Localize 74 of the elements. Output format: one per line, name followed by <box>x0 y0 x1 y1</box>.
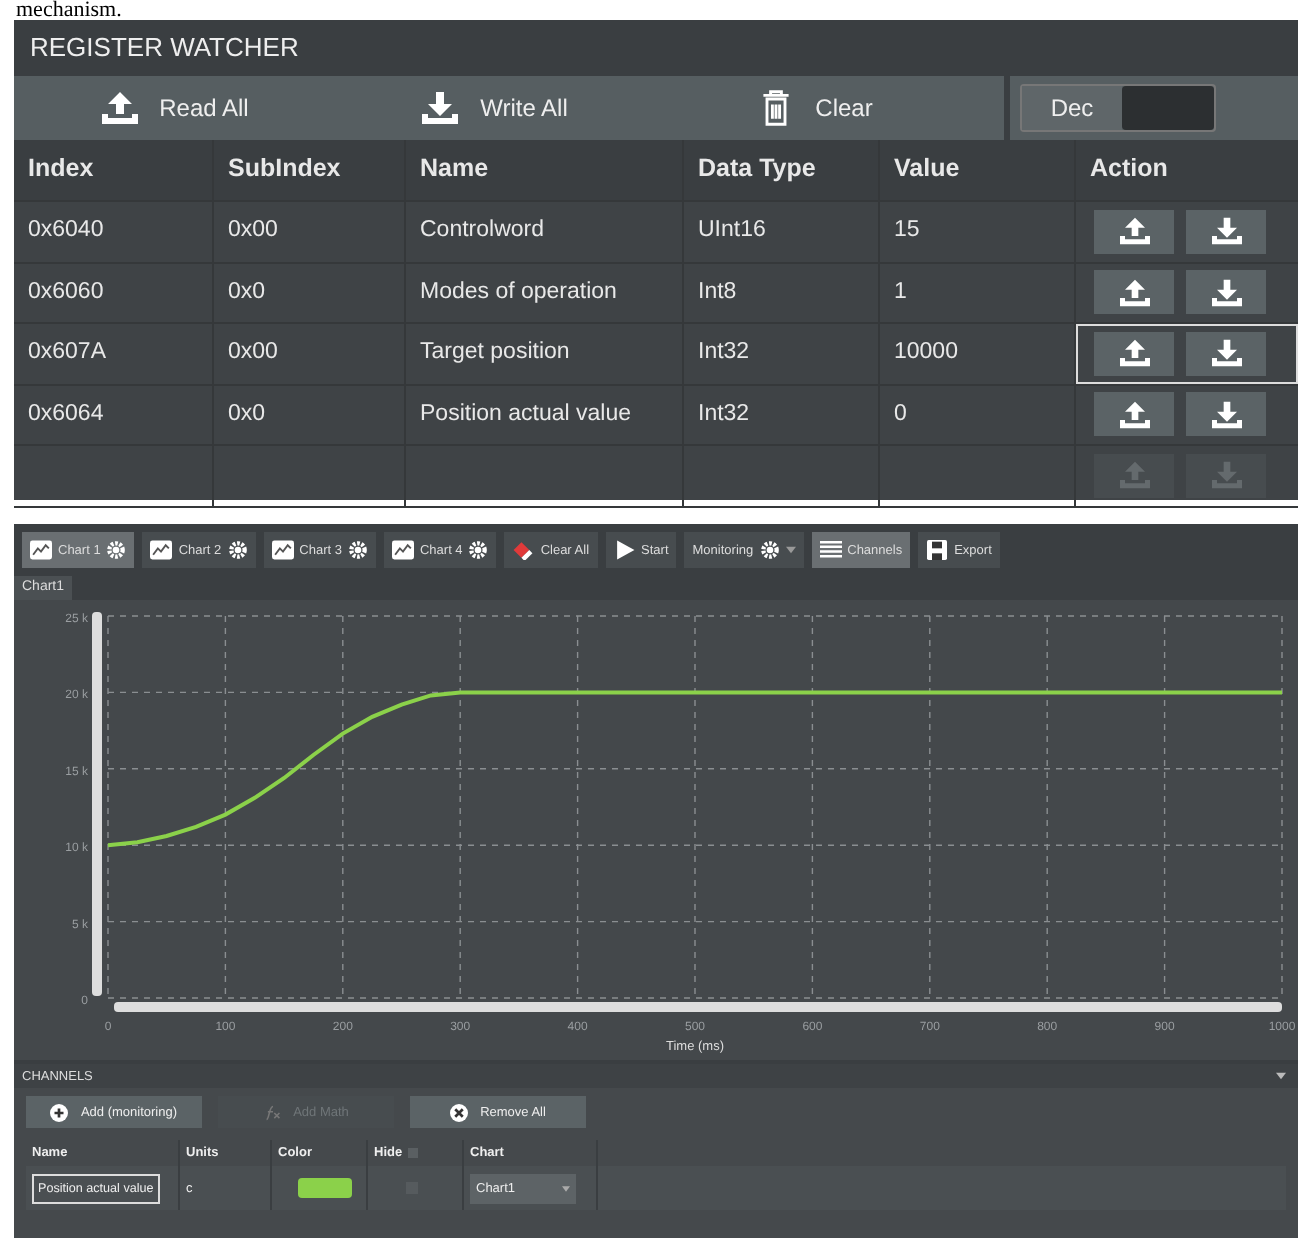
color-swatch[interactable] <box>298 1178 352 1198</box>
column-header: Name <box>406 140 684 200</box>
download-icon <box>1209 460 1243 491</box>
table-cell: 0x0 <box>214 263 406 322</box>
toolbar-button[interactable]: Read All <box>14 76 334 140</box>
upload-icon <box>1117 460 1151 491</box>
upload-icon <box>1117 338 1151 369</box>
caption-text: mechanism. <box>14 0 124 20</box>
table-cell: 15 <box>880 202 1076 261</box>
horizontal-scrollbar[interactable] <box>114 1002 1282 1012</box>
table-cell: UInt16 <box>684 202 880 261</box>
toolbar-button[interactable]: Clear <box>654 76 974 140</box>
read-button[interactable] <box>1094 270 1174 315</box>
format-toggle[interactable]: Dec <box>1020 84 1216 132</box>
read-button[interactable] <box>1094 392 1174 437</box>
plus-circle-icon <box>50 1103 69 1121</box>
upload-icon <box>1117 277 1151 308</box>
write-button[interactable] <box>1186 270 1266 315</box>
chart-icon <box>150 540 173 560</box>
column-header: Data Type <box>684 140 880 200</box>
write-button[interactable] <box>1186 331 1266 376</box>
table-cell: 1 <box>880 263 1076 322</box>
download-icon <box>1209 277 1243 308</box>
toolbar-button[interactable]: Write All <box>334 76 654 140</box>
column-header: Value <box>880 140 1076 200</box>
panel-title: REGISTER WATCHER <box>14 20 1298 76</box>
settings-icon[interactable] <box>106 540 127 560</box>
chart-icon <box>30 540 52 560</box>
settings-icon[interactable] <box>468 540 489 560</box>
table-cell: 0x00 <box>214 324 406 383</box>
caret-icon[interactable] <box>785 546 796 554</box>
table-cell: 10000 <box>880 324 1076 383</box>
save-icon <box>926 540 949 560</box>
vertical-scrollbar[interactable] <box>92 612 102 996</box>
upload-icon <box>99 90 140 126</box>
eraser-icon <box>512 540 535 560</box>
caret-icon[interactable] <box>1276 1072 1286 1080</box>
table-cell: Modes of operation <box>406 263 684 322</box>
table-cell: 0x0 <box>214 385 406 444</box>
list-icon <box>819 540 842 560</box>
close-circle-icon <box>450 1103 469 1121</box>
table-cell: 0 <box>880 385 1076 444</box>
function-icon <box>263 1103 282 1121</box>
upload-icon <box>1117 216 1151 247</box>
chart-icon <box>391 540 414 560</box>
write-button[interactable] <box>1186 209 1266 254</box>
download-icon <box>1209 216 1243 247</box>
table-cell: Int32 <box>684 324 880 383</box>
table-cell: Int32 <box>684 385 880 444</box>
download-icon <box>1209 338 1243 369</box>
play-icon <box>613 540 636 560</box>
table-cell: 0x6040 <box>14 202 214 261</box>
chart-icon <box>271 540 294 560</box>
column-header: Index <box>14 140 214 200</box>
download-icon <box>1209 399 1243 430</box>
settings-icon[interactable] <box>227 540 248 560</box>
table-cell: 0x607A <box>14 324 214 383</box>
table-cell: Target position <box>406 324 684 383</box>
write-button[interactable] <box>1186 392 1266 437</box>
table-cell: 0x6064 <box>14 385 214 444</box>
upload-icon <box>1117 399 1151 430</box>
column-header: Action <box>1088 152 1170 186</box>
table-cell: 0x00 <box>214 202 406 261</box>
column-header: SubIndex <box>214 140 406 200</box>
settings-icon[interactable] <box>347 540 368 560</box>
read-button[interactable] <box>1094 331 1174 376</box>
table-cell: Controlword <box>406 202 684 261</box>
table-cell: Int8 <box>684 263 880 322</box>
download-icon <box>420 90 461 126</box>
read-button[interactable] <box>1094 209 1174 254</box>
table-cell: Position actual value <box>406 385 684 444</box>
table-cell: 0x6060 <box>14 263 214 322</box>
caret-icon <box>562 1185 570 1191</box>
settings-icon[interactable] <box>759 540 780 560</box>
